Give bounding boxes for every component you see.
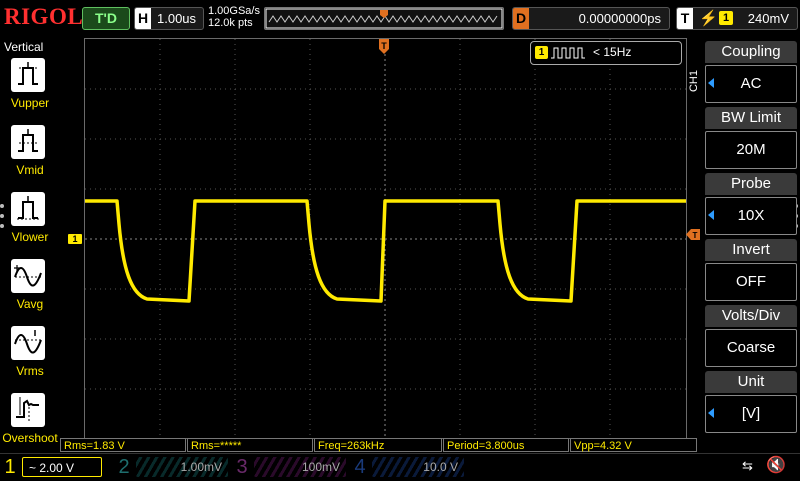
channel-scale: 1.00mV — [136, 457, 228, 477]
measure-vavg[interactable]: Vavg — [0, 259, 60, 326]
menu-left-arrow-icon — [708, 78, 714, 88]
frequency-counter: 1 < 15Hz — [530, 41, 682, 65]
vlower-icon — [11, 192, 45, 226]
usb-icon: ⇆ — [742, 458, 753, 473]
timebase-value: 1.00us — [157, 11, 197, 26]
delay-value: 0.00000000ps — [578, 11, 661, 26]
menu-value: 20M — [705, 131, 797, 169]
vavg-icon — [11, 259, 45, 293]
menu-channel-tag: CH1 — [688, 70, 700, 93]
rising-edge-icon: ⚡ — [699, 10, 718, 27]
menu-value: [V] — [705, 395, 797, 433]
overshoot-icon — [11, 393, 45, 427]
menu-value: Coarse — [705, 329, 797, 367]
measure-label: Vrms — [16, 364, 44, 378]
ch1-offset-marker[interactable]: 1 — [68, 234, 82, 244]
speaker-muted-icon[interactable]: 🔇 — [766, 455, 786, 475]
menu-volts-div[interactable]: Volts/Div Coarse — [705, 305, 797, 369]
vmid-icon — [11, 125, 45, 159]
channel-scale: 10.0 V — [372, 457, 464, 477]
measure-vlower[interactable]: Vlower — [0, 192, 60, 259]
channel-number: 3 — [236, 456, 248, 478]
menu-title: Coupling — [705, 41, 797, 63]
menu-title: BW Limit — [705, 107, 797, 129]
menu-coupling[interactable]: Coupling AC — [705, 41, 797, 105]
menu-title: Invert — [705, 239, 797, 261]
waveform-display[interactable] — [84, 38, 687, 439]
menu-title: Volts/Div — [705, 305, 797, 327]
svg-text:T: T — [693, 231, 698, 240]
trigger-position-label: T — [381, 41, 387, 51]
menu-bw-limit[interactable]: BW Limit 20M — [705, 107, 797, 171]
menu-title: Unit — [705, 371, 797, 393]
channel-number: 4 — [354, 456, 366, 478]
measure-label: Vavg — [16, 297, 44, 311]
trigger-tag: T — [677, 8, 693, 29]
measure-vupper[interactable]: Vupper — [0, 58, 60, 125]
counter-value: < 15Hz — [593, 45, 632, 59]
counter-channel: 1 — [535, 46, 548, 59]
delay-display[interactable]: D 0.00000000ps — [512, 7, 670, 30]
vupper-icon — [11, 58, 45, 92]
channel-number: 2 — [118, 456, 130, 478]
menu-probe[interactable]: Probe 10X — [705, 173, 797, 237]
measure-label: Vupper — [10, 96, 50, 110]
measure-overshoot[interactable]: Overshoot — [0, 393, 60, 460]
square-wave-icon — [551, 47, 585, 59]
trigger-level-marker[interactable]: T — [686, 227, 700, 240]
menu-left-arrow-icon — [708, 408, 714, 418]
horizontal-timebase[interactable]: H 1.00us — [134, 7, 204, 30]
waveform-grid — [85, 39, 686, 438]
menu-invert[interactable]: Invert OFF — [705, 239, 797, 303]
channel-number: 1 — [4, 456, 16, 478]
brand-logo: RIGOL — [4, 4, 84, 29]
run-status-badge[interactable]: T'D — [82, 7, 130, 30]
menu-value: AC — [705, 65, 797, 103]
vrms-icon — [11, 326, 45, 360]
menu-title: Probe — [705, 173, 797, 195]
channel-scale: 100mV — [254, 457, 346, 477]
measurement-freq: Freq=263kHz — [314, 438, 442, 452]
trigger-display[interactable]: T ⚡ 1 240mV — [676, 7, 798, 30]
measurement-rms: Rms=1.83 V — [60, 438, 186, 452]
memory-overview — [265, 8, 503, 29]
measure-label: Vlower — [11, 230, 49, 244]
sample-info: 1.00GSa/s 12.0k pts — [208, 5, 260, 29]
measurement-vpp: Vpp=4.32 V — [570, 438, 697, 452]
trigger-level: 240mV — [747, 11, 789, 26]
measure-vrms[interactable]: Vrms — [0, 326, 60, 393]
measurement-period: Period=3.800us — [443, 438, 569, 452]
trigger-source: 1 — [719, 11, 733, 25]
channel-scale: ~ 2.00 V — [22, 457, 102, 477]
measure-category-title: Vertical — [4, 40, 44, 54]
waveform-position-track[interactable] — [264, 7, 504, 30]
delay-tag: D — [513, 8, 529, 29]
horizontal-tag: H — [135, 8, 151, 29]
measure-label: Overshoot — [2, 431, 58, 445]
menu-value: OFF — [705, 263, 797, 301]
trigger-position-marker[interactable]: T — [379, 39, 389, 55]
menu-value: 10X — [705, 197, 797, 235]
measure-label: Vmid — [16, 163, 44, 177]
menu-left-arrow-icon — [708, 210, 714, 220]
sample-rate: 1.00GSa/s — [208, 5, 260, 17]
menu-unit[interactable]: Unit [V] — [705, 371, 797, 435]
measurement-rms-2: Rms=***** — [187, 438, 313, 452]
measure-vmid[interactable]: Vmid — [0, 125, 60, 192]
memory-depth: 12.0k pts — [208, 17, 253, 29]
